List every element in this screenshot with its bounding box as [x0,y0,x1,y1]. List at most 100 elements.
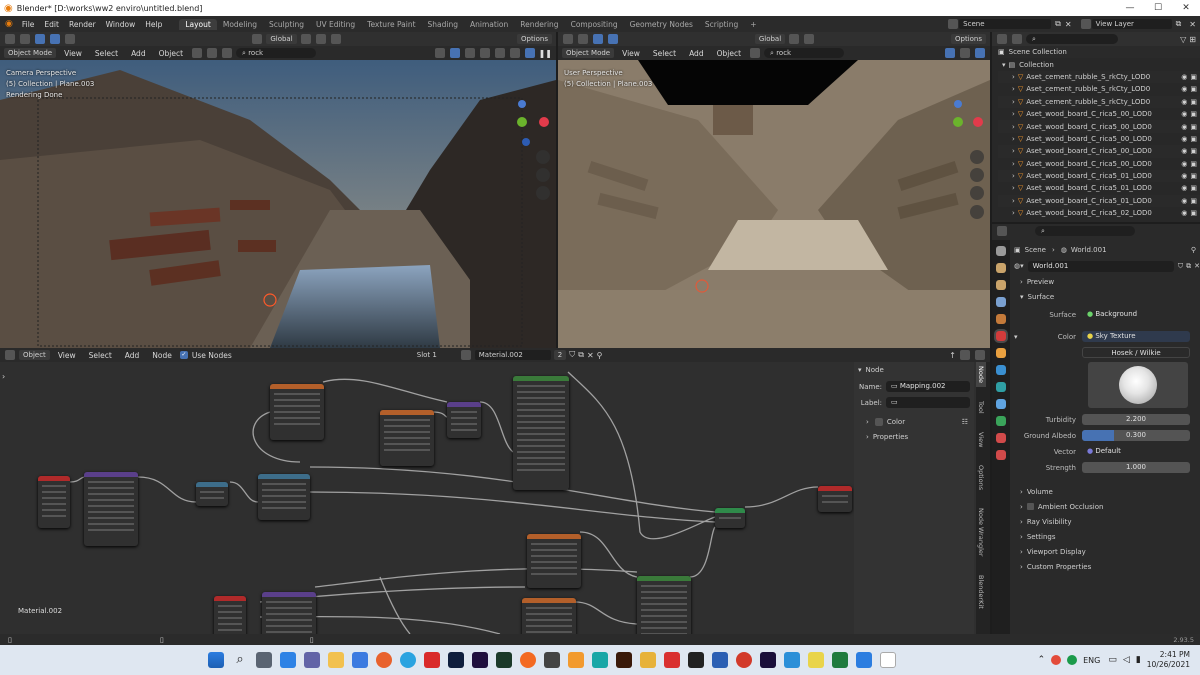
material-shading-icon[interactable] [509,48,520,58]
node-label-field[interactable]: ▭ [886,397,970,408]
clock[interactable]: 2:41 PM 10/26/2021 [1147,650,1190,670]
firefox-icon[interactable] [376,652,392,668]
node-header[interactable] [38,476,70,481]
outliner-editor-icon[interactable] [997,34,1007,44]
snap-icon[interactable] [789,34,800,44]
select-mode-icon[interactable] [35,34,45,44]
shader-node[interactable] [447,402,481,438]
add-workspace-icon[interactable]: + [744,19,762,30]
task-view-icon[interactable] [256,652,272,668]
visibility-icon[interactable] [750,48,761,58]
properties-tab-tool-icon[interactable] [996,246,1006,256]
visibility-eye-icon[interactable]: ◉ [1181,172,1187,180]
filter-icon[interactable]: ▽ [1180,35,1186,44]
tab-scripting[interactable]: Scripting [699,19,744,30]
object-menu[interactable]: Object [712,49,746,58]
view-layer-icon[interactable] [1080,19,1091,29]
render-camera-icon[interactable]: ▣ [1190,85,1197,93]
albedo-slider[interactable]: 0.300 [1082,430,1190,441]
snap-icon[interactable] [960,350,970,360]
properties-editor-icon[interactable] [997,226,1007,236]
shader-node[interactable] [84,472,138,546]
left-edge-arrow-icon[interactable]: › [2,372,5,381]
node-section-header[interactable]: ▾ Node [854,362,974,377]
search-icon[interactable]: ⌕ [232,652,248,668]
visibility-eye-icon[interactable]: ◉ [1181,209,1187,217]
chrome-tray-icon[interactable] [1051,655,1062,665]
word-app-icon[interactable] [712,652,728,668]
vector-field[interactable]: ● Default [1082,446,1190,457]
battery-icon[interactable]: ▮ [1136,655,1141,665]
shader-node[interactable] [637,576,691,634]
shader-node[interactable] [270,384,324,440]
solid-shading-icon[interactable] [960,48,970,58]
xray-icon[interactable] [464,48,475,58]
shader-node[interactable] [513,376,569,490]
properties-tab-scene-icon[interactable] [996,314,1006,324]
properties-tab-render-icon[interactable] [996,263,1006,273]
close-button[interactable]: ✕ [1172,0,1200,16]
properties-tab-constraints-icon[interactable] [996,416,1006,426]
swiss-app-icon[interactable] [664,652,680,668]
file-explorer-icon[interactable] [328,652,344,668]
blender-taskbar-icon[interactable] [856,652,872,668]
render-camera-icon[interactable]: ▣ [1190,73,1197,81]
record-app-icon[interactable] [736,652,752,668]
start-button-icon[interactable] [208,652,224,668]
new-view-layer-icon[interactable]: ⧉ [1176,19,1182,29]
select-menu[interactable]: Select [648,49,681,58]
document-app-icon[interactable] [880,652,896,668]
maximize-button[interactable]: ☐ [1144,0,1172,16]
pivot-icon[interactable] [300,34,311,44]
material-name-field[interactable]: Material.002 [474,350,551,360]
expand-icon[interactable]: › [1012,172,1015,180]
node-header[interactable] [818,486,852,491]
solid-shading-icon[interactable] [494,48,505,58]
color-expand-icon[interactable]: ▾ [1012,333,1024,341]
transform-orientation-dropdown[interactable]: Global [266,34,297,44]
tab-texture-paint[interactable]: Texture Paint [361,19,421,30]
node-header[interactable] [447,402,481,407]
node-header[interactable] [270,384,324,389]
properties-tab-particles-icon[interactable] [996,382,1006,392]
pause-icon[interactable]: ❚❚ [539,49,552,58]
expand-icon[interactable]: › [1012,123,1015,131]
use-nodes-checkbox[interactable]: ✓ [179,351,188,359]
panel-volume[interactable]: › Volume [1012,484,1200,499]
shader-node[interactable] [380,410,434,466]
shader-node[interactable] [818,486,852,512]
properties-tab-world-icon[interactable] [996,331,1006,341]
duplicate-icon[interactable]: ⧉ [578,350,584,360]
object-menu[interactable]: Object [154,49,188,58]
turbidity-field[interactable]: 2.200 [1082,414,1190,425]
viewport-search-input[interactable]: ⌕ rock [764,48,845,58]
select-box-icon[interactable] [578,34,588,44]
outliner-object-row[interactable]: › ▽ Aset_wood_board_C_rica5_00_LOD0 ◉ ▣ [998,158,1200,170]
visibility-eye-icon[interactable]: ◉ [1181,197,1187,205]
shader-node[interactable] [258,474,310,520]
node-header[interactable] [214,596,246,601]
expand-icon[interactable]: › [1012,147,1015,155]
properties-tab-object-icon[interactable] [996,348,1006,358]
menu-file[interactable]: File [17,20,40,29]
substance-painter-icon[interactable] [496,652,512,668]
collection-row[interactable]: ▾ ▤ Collection [998,58,1200,70]
photoshop-icon[interactable] [448,652,464,668]
add-menu[interactable]: Add [684,49,709,58]
panel-ambient-occlusion[interactable]: › Ambient Occlusion [1012,499,1200,514]
node-header[interactable] [715,508,745,513]
tab-modeling[interactable]: Modeling [217,19,263,30]
tray-app-icon[interactable] [1067,655,1078,665]
scene-icon[interactable] [948,19,959,29]
list-icon[interactable]: ☷ [962,418,968,426]
overlay-icon[interactable] [975,350,985,360]
outliner-search-input[interactable]: ⌕ [1026,34,1118,44]
visibility-eye-icon[interactable]: ◉ [1181,147,1187,155]
properties-tab-view-layer-icon[interactable] [996,297,1006,307]
right-3d-viewport[interactable]: Global Options Object Mode View Select A… [558,32,990,348]
node-name-field[interactable]: ▭ Mapping.002 [886,381,970,392]
shader-node[interactable] [715,508,745,528]
telegram-icon[interactable] [400,652,416,668]
display-mode-icon[interactable] [1012,34,1022,44]
viewport-search-input[interactable]: ⌕ rock [236,48,317,58]
